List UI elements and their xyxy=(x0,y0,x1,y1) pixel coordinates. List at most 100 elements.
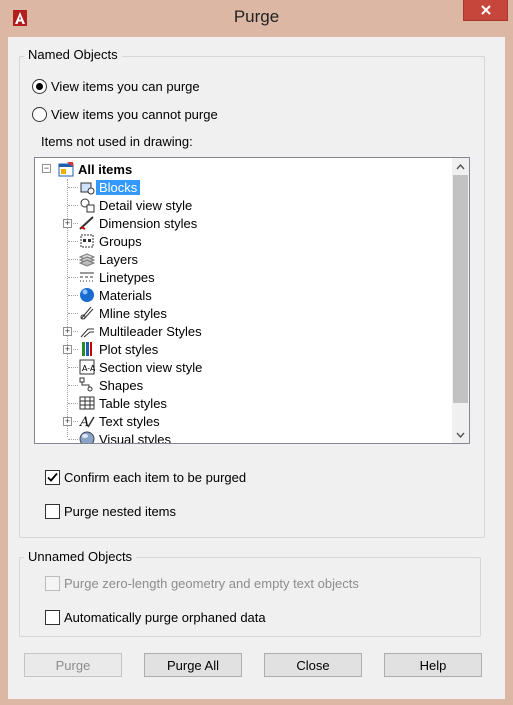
groups-icon xyxy=(79,233,95,249)
section-view-style-icon: A-A xyxy=(79,359,95,375)
items-tree[interactable]: − All items Blocks Detail view style + D… xyxy=(34,157,470,444)
svg-text:A: A xyxy=(79,415,89,429)
orphaned-checkbox-row[interactable]: Automatically purge orphaned data xyxy=(45,607,266,627)
radio-button[interactable] xyxy=(32,106,47,122)
tree-item-plot-styles[interactable]: Plot styles xyxy=(79,340,158,358)
confirm-each-label: Confirm each item to be purged xyxy=(64,469,247,485)
close-window-button[interactable] xyxy=(463,0,508,21)
tree-item-text-styles[interactable]: A Text styles xyxy=(79,412,160,430)
tree-item-label: Multileader Styles xyxy=(99,323,202,339)
linetypes-icon xyxy=(79,269,95,285)
tree-item-linetypes[interactable]: Linetypes xyxy=(79,268,155,286)
tree-connector xyxy=(68,241,78,242)
multileader-styles-icon xyxy=(79,323,95,339)
zero-length-label: Purge zero-length geometry and empty tex… xyxy=(64,575,359,591)
close-button[interactable]: Close xyxy=(264,653,362,677)
tree-item-table-styles[interactable]: Table styles xyxy=(79,394,167,412)
radio-view-can-purge[interactable]: View items you can purge xyxy=(32,76,200,96)
purge-dialog-window: Purge Named Objects View items you can p… xyxy=(0,0,513,705)
expand-text-styles-toggle[interactable]: + xyxy=(63,417,72,426)
radio-view-can-purge-label: View items you can purge xyxy=(51,78,200,94)
svg-text:A-A: A-A xyxy=(82,364,95,373)
mline-styles-icon xyxy=(79,305,95,321)
help-button[interactable]: Help xyxy=(384,653,482,677)
layers-icon xyxy=(79,251,95,267)
orphaned-checkbox[interactable] xyxy=(45,609,60,625)
radio-view-cannot-purge-label: View items you cannot purge xyxy=(51,106,218,122)
tree-item-dimension-styles[interactable]: Dimension styles xyxy=(79,214,197,232)
tree-item-label: Table styles xyxy=(99,395,167,411)
tree-connector xyxy=(73,223,78,224)
tree-item-label: Section view style xyxy=(99,359,203,375)
scroll-down-arrow-icon[interactable] xyxy=(452,426,469,443)
zero-length-checkbox xyxy=(45,575,60,591)
tree-item-label: Groups xyxy=(99,233,142,249)
dialog-body: Named Objects View items you can purge V… xyxy=(8,37,505,699)
text-styles-icon: A xyxy=(79,413,95,429)
visual-styles-icon xyxy=(79,431,95,443)
tree-item-label: Plot styles xyxy=(99,341,159,357)
tree-connector xyxy=(68,439,78,440)
purge-nested-checkbox[interactable] xyxy=(45,503,60,519)
tree-item-label: Layers xyxy=(99,251,139,267)
purge-nested-label: Purge nested items xyxy=(64,503,177,519)
tree-item-detail-view-style[interactable]: Detail view style xyxy=(79,196,192,214)
tree-item-label: Materials xyxy=(99,287,152,303)
tree-connector xyxy=(73,421,78,422)
tree-connector xyxy=(68,295,78,296)
tree-item-layers[interactable]: Layers xyxy=(79,250,138,268)
tree-item-label: Linetypes xyxy=(99,269,155,285)
tree-item-label: Mline styles xyxy=(99,305,167,321)
unnamed-objects-label: Unnamed Objects xyxy=(24,549,137,564)
expand-multileader-styles-toggle[interactable]: + xyxy=(63,327,72,336)
tree-label: Items not used in drawing: xyxy=(41,134,193,149)
tree-item-label: Dimension styles xyxy=(99,215,198,231)
named-objects-label: Named Objects xyxy=(24,47,122,62)
confirm-each-checkbox-row[interactable]: Confirm each item to be purged xyxy=(45,467,246,487)
blocks-icon xyxy=(79,179,95,195)
tree-item-blocks[interactable]: Blocks xyxy=(79,178,141,196)
scrollbar-thumb[interactable] xyxy=(453,175,468,403)
purge-nested-checkbox-row[interactable]: Purge nested items xyxy=(45,501,176,521)
materials-icon xyxy=(79,287,95,303)
shapes-icon xyxy=(79,377,95,393)
tree-connector xyxy=(68,403,78,404)
tree-connector xyxy=(68,313,78,314)
tree-scrollbar[interactable] xyxy=(452,158,469,443)
tree-item-groups[interactable]: Groups xyxy=(79,232,142,250)
dimension-styles-icon xyxy=(79,215,95,231)
tree-connector xyxy=(73,349,78,350)
purge-all-button[interactable]: Purge All xyxy=(144,653,242,677)
radio-button[interactable] xyxy=(32,78,47,94)
expand-dimension-styles-toggle[interactable]: + xyxy=(63,219,72,228)
title-bar[interactable]: Purge xyxy=(0,0,513,36)
tree-item-label: Shapes xyxy=(99,377,144,393)
tree-item-visual-styles[interactable]: Visual styles xyxy=(79,430,172,444)
tree-connector xyxy=(68,367,78,368)
tree-item-label: Blocks xyxy=(96,179,141,195)
tree-item-materials[interactable]: Materials xyxy=(79,286,152,304)
expand-plot-styles-toggle[interactable]: + xyxy=(63,345,72,354)
tree-item-label: Text styles xyxy=(99,413,160,429)
tree-item-label: Detail view style xyxy=(99,197,193,213)
zero-length-checkbox-row: Purge zero-length geometry and empty tex… xyxy=(45,573,359,593)
confirm-each-checkbox[interactable] xyxy=(45,469,60,485)
tree-connector xyxy=(68,259,78,260)
collapse-root-toggle[interactable]: − xyxy=(42,164,51,173)
orphaned-label: Automatically purge orphaned data xyxy=(64,609,266,625)
window-title: Purge xyxy=(233,7,280,26)
tree-root-label: All items xyxy=(78,161,133,177)
tree-connector xyxy=(68,277,78,278)
detail-view-style-icon xyxy=(79,197,95,213)
tree-connector xyxy=(68,385,78,386)
tree-item-label: Visual styles xyxy=(99,431,172,444)
radio-view-cannot-purge[interactable]: View items you cannot purge xyxy=(32,104,218,124)
tree-item-multileader-styles[interactable]: Multileader Styles xyxy=(79,322,202,340)
close-x-icon xyxy=(480,5,491,15)
tree-item-mline-styles[interactable]: Mline styles xyxy=(79,304,167,322)
scroll-up-arrow-icon[interactable] xyxy=(452,158,469,175)
tree-item-shapes[interactable]: Shapes xyxy=(79,376,143,394)
tree-item-section-view-style[interactable]: A-A Section view style xyxy=(79,358,202,376)
tree-root-all-items[interactable]: All items xyxy=(58,160,132,178)
tree-connector xyxy=(68,205,78,206)
